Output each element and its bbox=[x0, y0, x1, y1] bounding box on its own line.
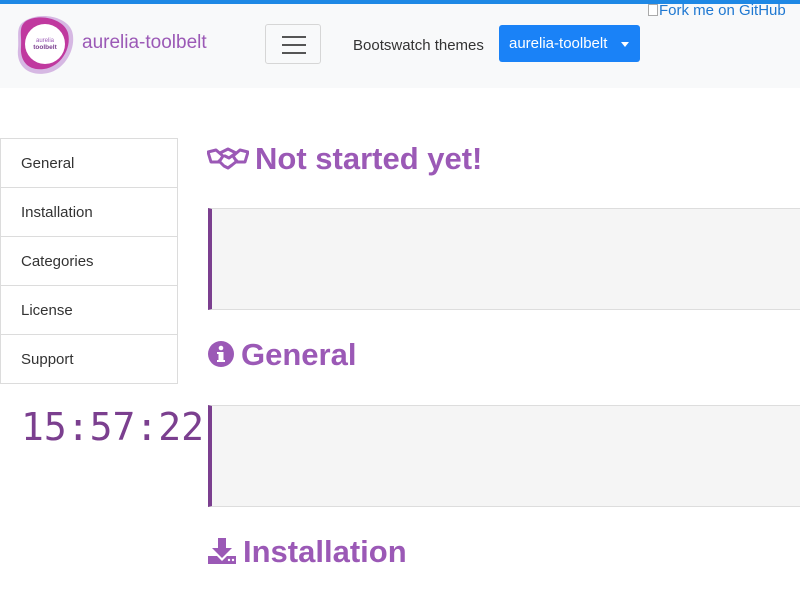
section-title: Installation bbox=[243, 534, 407, 569]
sidebar-item-license[interactable]: License bbox=[1, 286, 177, 335]
sidebar-item-label: General bbox=[21, 155, 75, 172]
sidebar-item-label: License bbox=[21, 302, 73, 319]
themes-label[interactable]: Bootswatch themes bbox=[353, 37, 484, 54]
info-circle-icon bbox=[208, 341, 234, 367]
caret-down-icon bbox=[621, 42, 629, 47]
section-heading-not-started: Not started yet! bbox=[206, 141, 483, 177]
digital-clock: 15:57:22 bbox=[21, 405, 205, 449]
section-title: General bbox=[241, 337, 357, 372]
sidebar-item-categories[interactable]: Categories bbox=[1, 237, 177, 286]
broken-image-icon bbox=[648, 4, 658, 16]
sidebar-item-support[interactable]: Support bbox=[1, 335, 177, 383]
hamburger-icon-line bbox=[282, 44, 306, 46]
section-heading-general: General bbox=[207, 337, 356, 373]
fork-me-ribbon-link[interactable]: Fork me on GitHub bbox=[648, 2, 786, 22]
hamburger-icon bbox=[282, 36, 306, 38]
sidebar-item-label: Support bbox=[21, 351, 74, 368]
hamburger-icon-line bbox=[282, 52, 306, 54]
brand-logo[interactable]: aurelia toolbelt bbox=[14, 13, 74, 77]
handshake-icon bbox=[206, 147, 250, 170]
download-icon bbox=[208, 538, 236, 564]
sidebar-item-installation[interactable]: Installation bbox=[1, 188, 177, 237]
fork-me-alt-text: Fork me on GitHub bbox=[659, 2, 786, 19]
content-panel bbox=[208, 208, 800, 310]
sidebar-item-label: Installation bbox=[21, 204, 93, 221]
theme-dropdown-button[interactable]: aurelia-toolbelt bbox=[499, 25, 640, 62]
section-heading-installation: Installation bbox=[207, 534, 407, 570]
theme-dropdown-label: aurelia-toolbelt bbox=[509, 35, 608, 52]
sidebar-nav: General Installation Categories License … bbox=[0, 138, 178, 384]
brand-name[interactable]: aurelia-toolbelt bbox=[82, 32, 207, 54]
content-panel bbox=[208, 405, 800, 507]
brand-logo-text-bottom: toolbelt bbox=[33, 44, 57, 51]
sidebar-item-general[interactable]: General bbox=[1, 139, 177, 188]
sidebar-item-label: Categories bbox=[21, 253, 94, 270]
navbar-toggler-button[interactable] bbox=[265, 24, 321, 64]
section-title: Not started yet! bbox=[255, 141, 483, 176]
